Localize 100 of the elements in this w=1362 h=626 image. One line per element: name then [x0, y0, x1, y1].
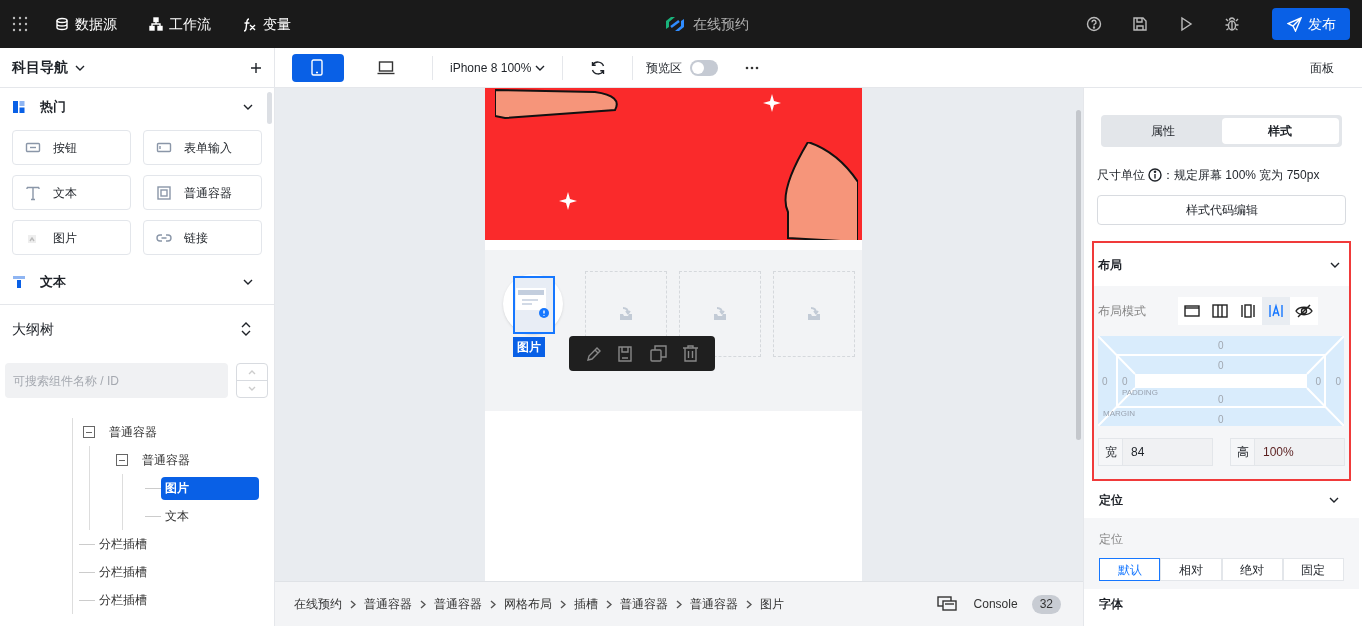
- field-label: 定位: [1099, 531, 1124, 548]
- panel-button[interactable]: 面板: [1310, 58, 1334, 77]
- inline-block-layout-icon: [1239, 302, 1257, 320]
- preview-label: 预览区: [646, 59, 683, 77]
- field-label: 布局模式: [1098, 303, 1147, 320]
- inline-layout-icon: [1267, 302, 1285, 320]
- selected-component-label: 图片: [513, 337, 545, 357]
- tree-item[interactable]: 分栏插槽: [95, 532, 259, 556]
- delete-button[interactable]: [680, 343, 701, 364]
- breadcrumb-link[interactable]: 在线预约: [294, 595, 342, 613]
- size-unit-value: ：规定屏幕 100% 宽为 750px: [1162, 167, 1320, 184]
- breadcrumb-link[interactable]: 普通容器: [620, 595, 668, 613]
- monitor-icon: [936, 596, 957, 612]
- search-field[interactable]: 可搜索组件名称 / ID: [5, 363, 228, 398]
- expand-collapse-icon: [240, 322, 252, 336]
- breadcrumb-link[interactable]: 普通容器: [690, 595, 738, 613]
- tree-item[interactable]: 图片: [161, 476, 259, 500]
- nav-menu-item[interactable]: 工作流: [149, 13, 211, 35]
- position-option[interactable]: 相对: [1160, 558, 1222, 581]
- chevron-right-icon: [606, 599, 612, 609]
- component-item[interactable]: 表单输入: [143, 130, 262, 165]
- component-item[interactable]: 文本: [12, 175, 131, 210]
- panel-tab[interactable]: 样式: [1221, 118, 1339, 144]
- breadcrumb-link[interactable]: 图片: [760, 595, 784, 613]
- console-button[interactable]: Console: [936, 595, 1018, 613]
- help-icon: [1086, 16, 1102, 32]
- copy-icon: [649, 345, 667, 362]
- block-layout-icon: [1183, 302, 1201, 320]
- chevron-right-icon: [746, 599, 752, 609]
- position-option[interactable]: 固定: [1282, 558, 1344, 581]
- flex-layout-icon: [1211, 302, 1229, 320]
- bug-icon: [1224, 16, 1240, 32]
- tree-item[interactable]: 文本: [161, 504, 259, 528]
- database-icon: [55, 16, 69, 32]
- breadcrumb-link[interactable]: 普通容器: [364, 595, 412, 613]
- device-dropdown[interactable]: iPhone 8 100%: [433, 55, 564, 80]
- hidden-layout-icon: [1295, 302, 1313, 320]
- text-icon: [25, 184, 41, 201]
- category-title: 文本: [40, 273, 66, 292]
- text-category-icon: [12, 275, 26, 289]
- component-item[interactable]: 链接: [143, 220, 262, 255]
- size-unit-label: 尺寸单位: [1097, 167, 1145, 184]
- breadcrumb-link[interactable]: 普通容器: [434, 595, 482, 613]
- size-input[interactable]: 宽 84: [1098, 438, 1213, 466]
- function-icon: [243, 16, 257, 32]
- scrollbar-thumb[interactable]: [267, 92, 272, 124]
- size-input[interactable]: 高 100%: [1230, 438, 1345, 466]
- trash-icon: [682, 345, 700, 362]
- send-icon: [1286, 16, 1302, 32]
- chevron-right-icon: [420, 599, 426, 609]
- info-icon: [1148, 168, 1162, 182]
- collapse-toggle[interactable]: [116, 454, 128, 466]
- sparkle-icon: [559, 192, 577, 210]
- copy-button[interactable]: [648, 343, 669, 364]
- component-item[interactable]: 普通容器: [143, 175, 262, 210]
- panel-tab[interactable]: 属性: [1104, 118, 1222, 144]
- drop-arrow-icon: [618, 307, 634, 321]
- image-component[interactable]: [503, 274, 563, 334]
- padding-label: PADDING: [1122, 389, 1158, 397]
- refresh-icon: [589, 59, 606, 76]
- tree-item[interactable]: 分栏插槽: [95, 560, 259, 584]
- style-code-button[interactable]: 样式代码编辑: [1097, 195, 1346, 225]
- laptop-icon: [377, 59, 395, 76]
- pencil-icon: [584, 345, 602, 362]
- container-icon: [156, 184, 172, 201]
- nav-menu-item[interactable]: 数据源: [55, 13, 117, 35]
- position-option[interactable]: 默认: [1099, 558, 1161, 581]
- publish-button[interactable]: 发布: [1272, 8, 1350, 40]
- count-badge: 32: [1031, 594, 1061, 614]
- hot-category-icon: [12, 100, 26, 114]
- component-item[interactable]: 按钮: [12, 130, 131, 165]
- position-option[interactable]: 绝对: [1221, 558, 1283, 581]
- hierarchy-icon: [149, 16, 163, 32]
- chevron-right-icon: [676, 599, 682, 609]
- drop-arrow-icon: [806, 307, 822, 321]
- tree-item[interactable]: 分栏插槽: [95, 588, 259, 612]
- save-icon: [1132, 16, 1148, 32]
- breadcrumb-link[interactable]: 网格布局: [504, 595, 552, 613]
- nav-menu-item[interactable]: 变量: [243, 13, 291, 35]
- save-icon: [617, 345, 635, 362]
- component-item[interactable]: 图片: [12, 220, 131, 255]
- section-title: 布局: [1098, 256, 1122, 274]
- chevron-down-icon: [248, 386, 256, 392]
- breadcrumb-link[interactable]: 插槽: [574, 595, 598, 613]
- sparkle-icon: [763, 94, 781, 112]
- drop-arrow-icon: [712, 307, 728, 321]
- play-icon: [1178, 16, 1194, 32]
- chevron-right-icon: [490, 599, 496, 609]
- more-icon: [745, 65, 760, 70]
- section-title: 字体: [1099, 596, 1123, 613]
- device-toggle[interactable]: [292, 53, 344, 82]
- outline-title: 大纲树: [12, 319, 54, 339]
- tree-item[interactable]: 普通容器: [138, 448, 259, 472]
- preview-switch[interactable]: [690, 59, 719, 76]
- scrollbar-thumb[interactable]: [1076, 110, 1081, 440]
- page-selector[interactable]: 科目导航: [0, 47, 275, 88]
- app-logo-icon: [664, 16, 685, 32]
- collapse-toggle[interactable]: [83, 426, 95, 438]
- tree-item[interactable]: 普通容器: [105, 420, 259, 444]
- chevron-right-icon: [560, 599, 566, 609]
